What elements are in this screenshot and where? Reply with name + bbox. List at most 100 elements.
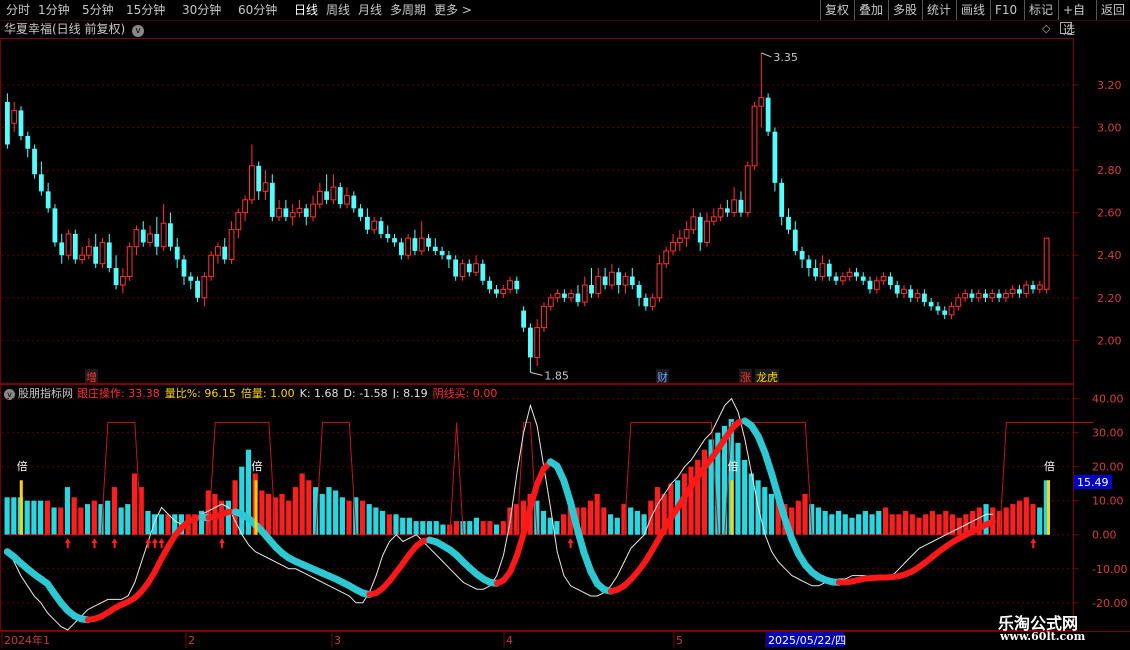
candle-body	[514, 280, 520, 290]
indicator-bar	[44, 500, 50, 535]
candle-body	[683, 229, 690, 239]
indicator-bar	[1016, 500, 1023, 535]
candle-body	[697, 216, 703, 243]
indicator-bar	[366, 504, 372, 535]
buy-arrow-icon	[567, 538, 574, 549]
candle-body	[5, 101, 10, 145]
indicator-bar	[916, 517, 922, 535]
bei-label-1: 倍	[251, 459, 262, 473]
candle-body	[119, 276, 126, 286]
candle-body	[942, 310, 948, 315]
chart-canvas[interactable]: 2.00 2.20 2.40 2.60 2.80 3.00 3.20 3.35 1.85 增 财 涨龙…	[0, 0, 1130, 650]
candle-body	[690, 216, 697, 231]
event-marker-0: 增	[86, 370, 97, 384]
candle-body	[813, 268, 819, 277]
low-annotation: 1.85	[544, 369, 569, 382]
indicator-bar	[91, 500, 97, 535]
indicator-bar	[158, 514, 164, 535]
indicator-bar	[493, 524, 500, 535]
indicator-bar	[292, 487, 299, 535]
bei-label-2: 倍	[728, 459, 739, 473]
candle-body	[487, 280, 493, 290]
indicator-bar	[540, 510, 547, 535]
indicator-bar	[587, 500, 594, 535]
indicator-bar	[768, 493, 775, 535]
candle-body	[867, 280, 873, 290]
candle-body	[99, 241, 106, 265]
indicator-bar	[359, 500, 366, 535]
candle-body	[989, 293, 996, 299]
indicator-bar	[339, 497, 345, 535]
candle-body	[568, 293, 575, 299]
candle-body	[833, 276, 839, 281]
candle-body	[337, 187, 343, 205]
indicator-bar	[688, 466, 694, 535]
low-annotation-line	[530, 371, 543, 376]
candle-body	[581, 284, 588, 303]
candle-body	[962, 293, 968, 299]
candle-body	[704, 220, 710, 243]
candle-body	[154, 233, 160, 247]
candle-body	[174, 246, 180, 260]
candle-body	[819, 263, 826, 278]
buy-arrow-icon	[1030, 538, 1037, 549]
candle-body	[547, 297, 554, 307]
indicator-bar	[1037, 507, 1043, 535]
candle-body	[351, 195, 357, 209]
candle-body	[52, 208, 58, 243]
indicator-bar	[333, 490, 339, 535]
buy-arrow-icon	[111, 538, 118, 549]
candle-body	[1017, 289, 1022, 294]
indicator-bar	[983, 504, 989, 535]
candle-body	[609, 271, 615, 286]
candle-body	[799, 250, 805, 260]
indicator-axis-label: 10.00	[1092, 495, 1124, 508]
indicator-bar	[862, 510, 868, 535]
candle-body	[459, 263, 466, 278]
candle-body	[914, 293, 921, 299]
indicator-bar	[614, 517, 620, 535]
indicator-bar	[111, 487, 117, 535]
candle-body	[1002, 293, 1009, 299]
candle-body	[432, 246, 438, 251]
indicator-bar	[58, 507, 64, 535]
candle-body	[358, 208, 363, 217]
high-annotation-line	[761, 52, 772, 58]
indicator-bar	[453, 521, 459, 535]
indicator-bar	[742, 459, 748, 535]
indicator-bar	[849, 517, 855, 535]
indicator-bar	[299, 473, 305, 535]
candle-body	[969, 293, 975, 298]
candle-body	[860, 276, 866, 281]
indicator-bar	[225, 500, 231, 535]
indicator-bar	[433, 521, 439, 535]
candle-body	[1036, 284, 1043, 290]
candle-body	[765, 97, 771, 132]
price-axis-label: 2.00	[1097, 334, 1122, 347]
indicator-bar	[1003, 507, 1009, 535]
indicator-bar	[923, 514, 929, 535]
indicator-axis-label: 0.00	[1092, 529, 1117, 542]
date-label-4: 5	[676, 634, 683, 647]
candle-body	[656, 263, 663, 299]
candle-body	[948, 305, 955, 316]
candle-body	[473, 263, 479, 273]
buy-arrow-icon	[64, 538, 71, 549]
candle-body	[147, 233, 153, 243]
indicator-bar	[869, 514, 875, 535]
buy-arrow-icon	[158, 538, 165, 549]
candle-body	[289, 212, 296, 218]
candle-body	[1030, 285, 1036, 290]
band-segment	[768, 470, 782, 501]
candle-body	[561, 293, 567, 298]
indicator-bar	[118, 507, 124, 535]
indicator-bar	[420, 521, 426, 535]
indicator-bar	[319, 493, 325, 535]
candle-body	[846, 271, 853, 278]
indicator-bar	[554, 521, 560, 535]
indicator-bar	[239, 466, 245, 535]
candle-body	[786, 216, 791, 230]
candle-body	[242, 199, 249, 214]
candle-body	[126, 246, 133, 278]
indicator-bar	[38, 500, 44, 535]
